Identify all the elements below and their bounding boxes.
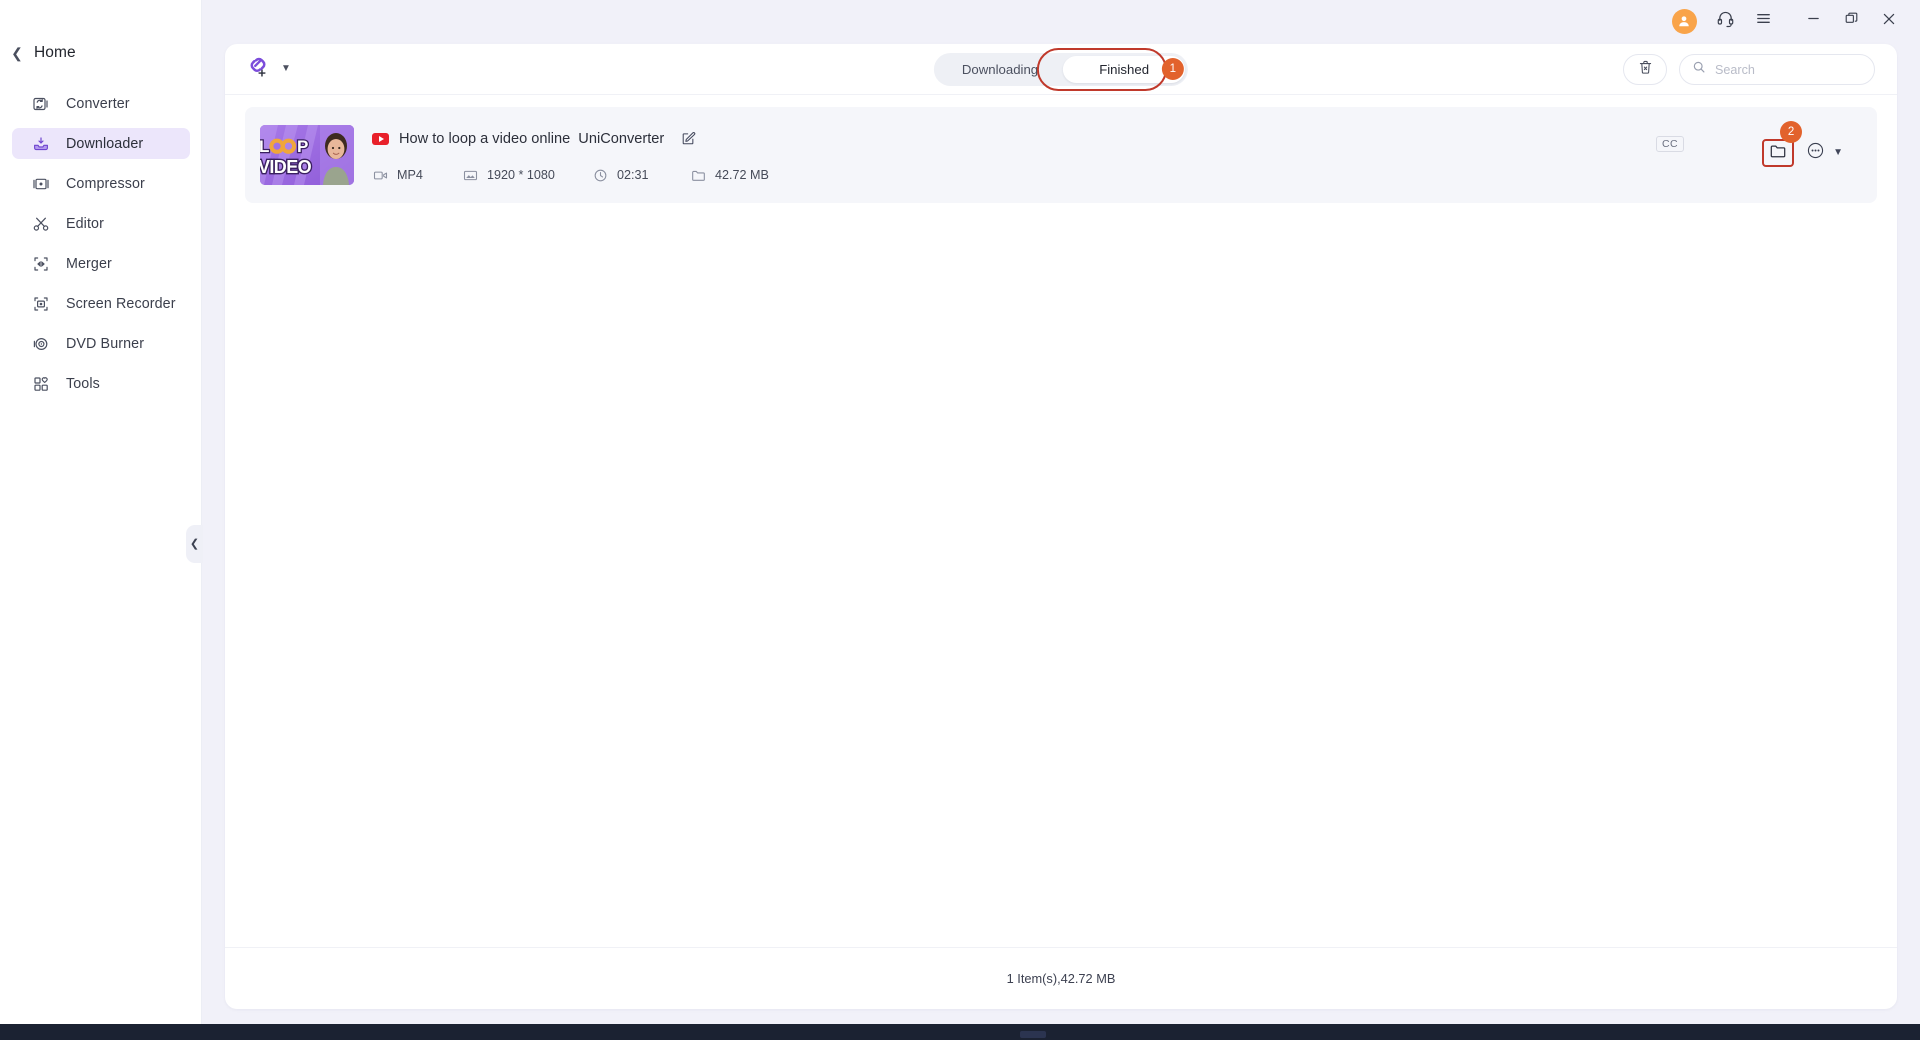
- link-plus-icon: [245, 53, 272, 85]
- svg-text:VIDEO: VIDEO: [260, 157, 312, 177]
- search-box[interactable]: [1679, 54, 1875, 85]
- menu-button[interactable]: [1746, 4, 1780, 38]
- list-item-meta: MP4 1920 * 1080 02:31 42.72 MB: [372, 168, 1877, 183]
- tools-grid-icon: [30, 373, 52, 395]
- list-item-title: How to loop a video online UniConverter: [399, 130, 665, 147]
- sidebar-item-label: DVD Burner: [66, 335, 145, 352]
- maximize-icon: [1843, 10, 1860, 32]
- chevron-left-icon: ❮: [11, 45, 23, 61]
- chevron-down-icon: ▼: [281, 63, 291, 74]
- chevron-left-icon: ❮: [189, 537, 200, 550]
- edit-pencil-icon[interactable]: [680, 130, 697, 147]
- window-titlebar: [1666, 0, 1920, 42]
- delete-button[interactable]: [1623, 54, 1667, 85]
- sidebar-item-tools[interactable]: Tools: [12, 368, 190, 399]
- converter-icon: [30, 93, 52, 115]
- resolution-icon: [462, 168, 478, 183]
- clock-icon: [592, 168, 608, 183]
- meta-value: MP4: [397, 168, 423, 182]
- more-dots-icon: [1805, 140, 1826, 166]
- sidebar-item-label: Compressor: [66, 175, 145, 192]
- card-footer: 1 Item(s),42.72 MB: [225, 947, 1897, 1009]
- caption-badge: CC: [1656, 136, 1684, 152]
- sidebar-item-dvd-burner[interactable]: DVD Burner: [12, 328, 190, 359]
- sidebar-home-label: Home: [34, 44, 76, 61]
- sidebar-item-label: Downloader: [66, 135, 144, 152]
- sidebar-item-label: Merger: [66, 255, 112, 272]
- application-window: ❮ Home Converter Downloader Compressor E…: [0, 0, 1920, 1040]
- youtube-icon: [372, 132, 389, 145]
- tab-downloading[interactable]: Downloading: [937, 56, 1063, 83]
- meta-value: 02:31: [617, 168, 649, 182]
- search-icon: [1692, 60, 1706, 79]
- more-actions-button[interactable]: ▼: [1805, 140, 1843, 166]
- dvd-burner-icon: [30, 333, 52, 355]
- video-format-icon: [372, 168, 388, 183]
- support-button[interactable]: [1708, 4, 1742, 38]
- sidebar-item-downloader[interactable]: Downloader: [12, 128, 190, 159]
- sidebar: ❮ Home Converter Downloader Compressor E…: [0, 0, 202, 1024]
- svg-text:L: L: [260, 137, 269, 156]
- card-toolbar: ▼ Downloading Finished 1: [225, 44, 1897, 95]
- action-step-badge: 2: [1780, 121, 1803, 143]
- meta-value: 1920 * 1080: [487, 168, 555, 182]
- sidebar-item-label: Tools: [66, 375, 100, 392]
- list-item[interactable]: L P VIDEO How to loop a video online Uni…: [245, 107, 1877, 203]
- sidebar-nav: Converter Downloader Compressor Editor M…: [0, 88, 202, 408]
- sidebar-item-label: Converter: [66, 95, 130, 112]
- download-state-tabs: Downloading Finished 1: [933, 48, 1189, 91]
- svg-text:P: P: [297, 137, 308, 156]
- sidebar-item-editor[interactable]: Editor: [12, 208, 190, 239]
- toolbar-right-group: [1623, 54, 1875, 85]
- screen-recorder-icon: [30, 293, 52, 315]
- content-card: ▼ Downloading Finished 1 Search L P VIDE…: [225, 44, 1897, 1009]
- meta-format: MP4: [372, 168, 462, 183]
- list-item-body: How to loop a video online UniConverter: [372, 128, 1877, 183]
- close-button[interactable]: [1872, 4, 1906, 38]
- trash-x-icon: [1637, 59, 1654, 81]
- sidebar-item-label: Screen Recorder: [66, 295, 176, 312]
- meta-resolution: 1920 * 1080: [462, 168, 592, 183]
- minimize-icon: [1805, 10, 1822, 32]
- merger-icon: [30, 253, 52, 275]
- sidebar-item-label: Editor: [66, 215, 104, 232]
- hamburger-icon: [1754, 9, 1773, 33]
- sidebar-item-screen-recorder[interactable]: Screen Recorder: [12, 288, 190, 319]
- meta-filesize: 42.72 MB: [690, 168, 769, 183]
- open-folder-button[interactable]: 2: [1762, 121, 1803, 167]
- footer-summary: 1 Item(s),42.72 MB: [1006, 971, 1116, 986]
- sidebar-item-merger[interactable]: Merger: [12, 248, 190, 279]
- account-avatar-button[interactable]: [1670, 4, 1704, 38]
- sidebar-item-converter[interactable]: Converter: [12, 88, 190, 119]
- downloader-icon: [30, 133, 52, 155]
- tab-group: Downloading Finished: [933, 53, 1189, 86]
- list-item-actions: 2 ▼: [1762, 121, 1843, 167]
- finished-count-badge: 1: [1161, 58, 1184, 80]
- compressor-icon: [30, 173, 52, 195]
- folder-icon: [1769, 142, 1787, 165]
- sidebar-home-button[interactable]: ❮ Home: [0, 38, 202, 68]
- list-item-title-row: How to loop a video online UniConverter: [372, 128, 1877, 150]
- chevron-down-icon: ▼: [1833, 147, 1843, 158]
- meta-value: 42.72 MB: [715, 168, 769, 182]
- scissors-icon: [30, 213, 52, 235]
- meta-duration: 02:31: [592, 168, 690, 183]
- minimize-button[interactable]: [1796, 4, 1830, 38]
- search-input[interactable]: [1715, 62, 1855, 77]
- sidebar-collapse-handle[interactable]: ❮: [186, 525, 203, 563]
- os-taskbar-indicator: [1020, 1031, 1046, 1038]
- sidebar-item-compressor[interactable]: Compressor: [12, 168, 190, 199]
- os-taskbar-strip: [0, 1024, 1920, 1040]
- download-list: L P VIDEO How to loop a video online Uni…: [225, 95, 1897, 947]
- maximize-button[interactable]: [1834, 4, 1868, 38]
- headset-icon: [1716, 9, 1735, 33]
- file-size-icon: [690, 168, 706, 183]
- video-thumbnail: L P VIDEO: [260, 125, 354, 185]
- close-icon: [1880, 10, 1898, 33]
- paste-link-button[interactable]: ▼: [245, 53, 291, 85]
- avatar: [1671, 8, 1697, 34]
